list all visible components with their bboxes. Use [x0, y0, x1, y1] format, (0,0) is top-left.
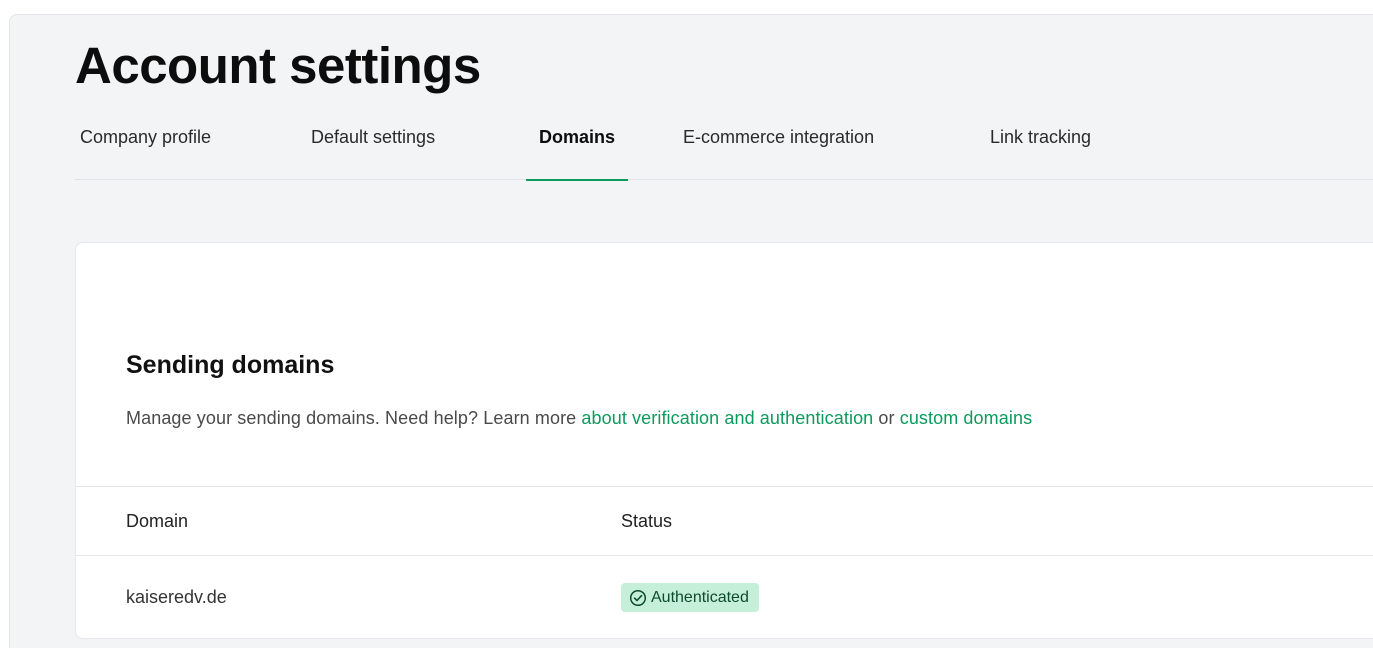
description-text: Manage your sending domains. Need help? …	[126, 408, 582, 428]
domains-table-header: Domain Status	[76, 486, 1373, 556]
sending-domains-card: Sending domains Manage your sending doma…	[75, 242, 1373, 639]
section-description: Manage your sending domains. Need help? …	[126, 408, 1032, 429]
domain-cell: kaiseredv.de	[126, 587, 227, 607]
tab-ecommerce-integration[interactable]: E-commerce integration	[683, 110, 933, 180]
tab-default-settings[interactable]: Default settings	[311, 110, 471, 180]
page-title: Account settings	[75, 37, 481, 94]
description-or: or	[873, 408, 900, 428]
tab-domains[interactable]: Domains	[526, 110, 628, 181]
tab-company-profile[interactable]: Company profile	[80, 110, 250, 180]
table-row[interactable]: kaiseredv.de Authenticated	[76, 556, 1373, 638]
verification-authentication-link[interactable]: about verification and authentication	[581, 408, 873, 428]
column-header-domain: Domain	[126, 511, 189, 531]
section-title: Sending domains	[126, 351, 335, 379]
check-circle-icon	[629, 589, 647, 607]
status-label: Authenticated	[651, 589, 749, 606]
settings-tabs: Company profile Default settings Domains…	[75, 110, 1373, 181]
tab-link-tracking[interactable]: Link tracking	[990, 110, 1125, 180]
status-badge: Authenticated	[621, 583, 759, 612]
column-header-status: Status	[621, 511, 673, 531]
custom-domains-link[interactable]: custom domains	[900, 408, 1032, 428]
